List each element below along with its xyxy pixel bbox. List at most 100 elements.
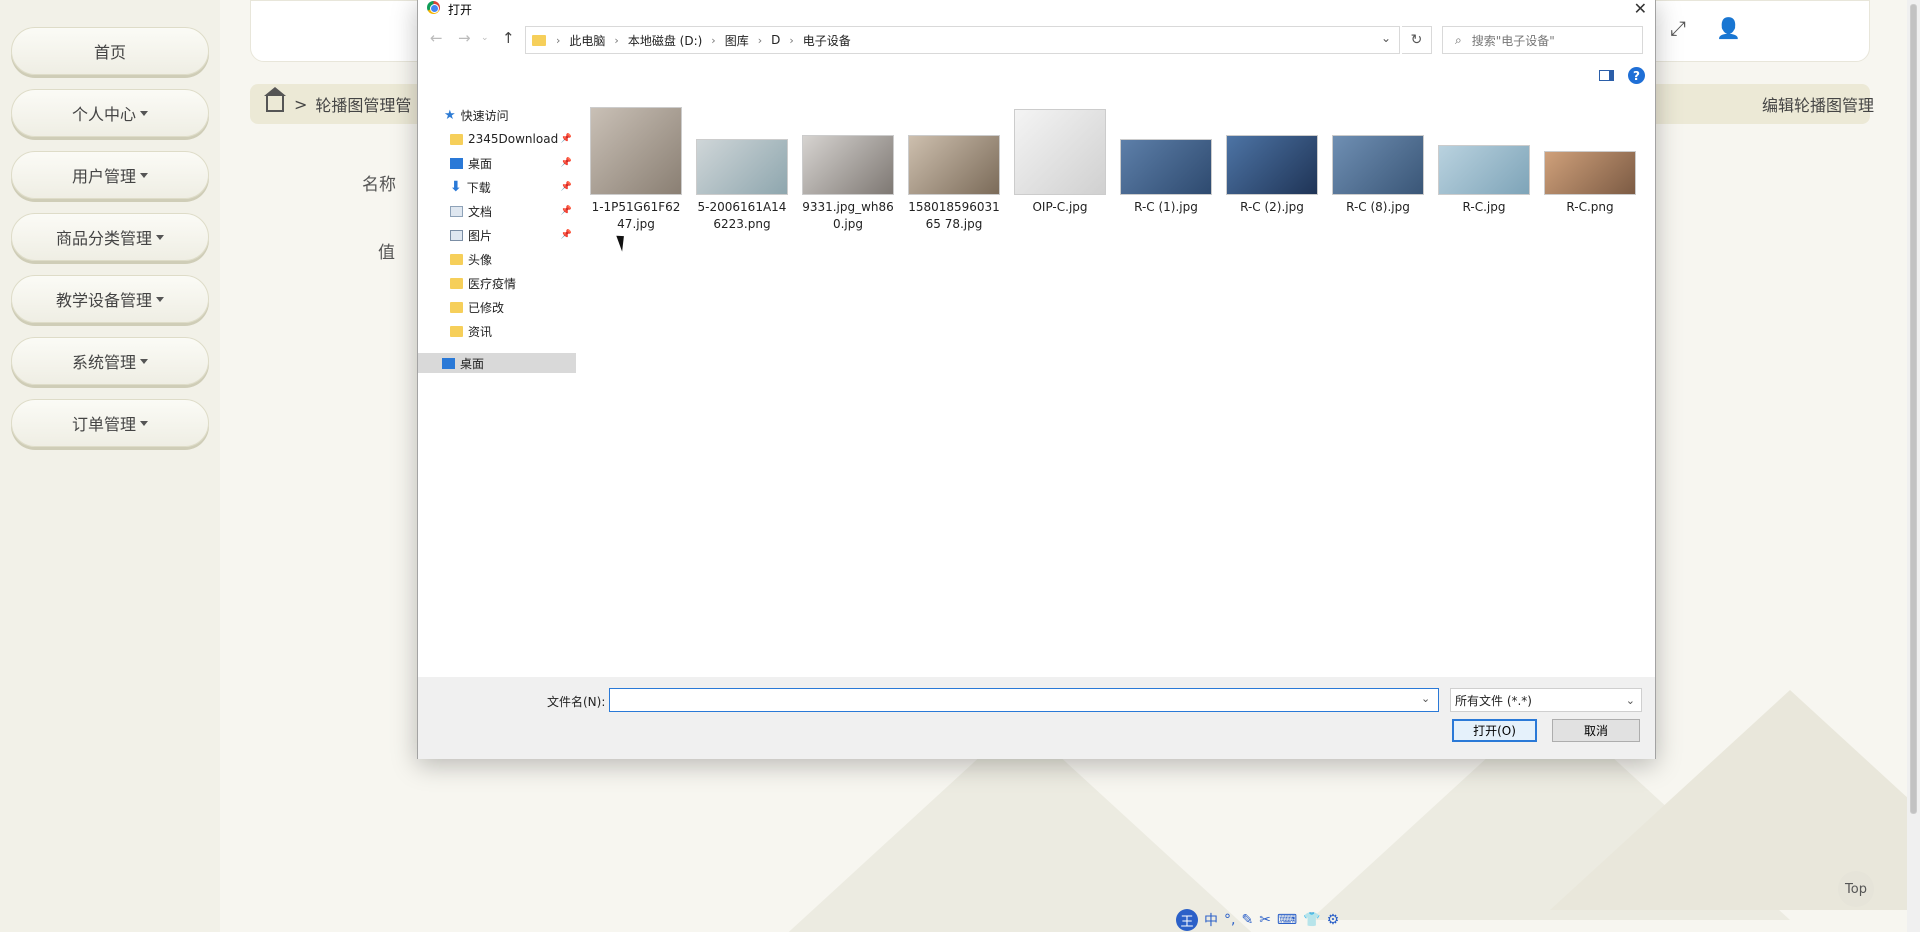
download-icon: ⬇: [450, 179, 462, 195]
sidebar-item-label: 教学设备管理: [55, 291, 152, 310]
nav-pane-item[interactable]: 图片 📌: [418, 225, 576, 245]
caret-down-icon: [140, 420, 148, 426]
chevron-down-icon[interactable]: ⌄: [1381, 31, 1391, 45]
file-tile[interactable]: 9331.jpg_wh860.jpg: [800, 101, 896, 241]
ime-tool-icon[interactable]: 👕: [1303, 912, 1320, 928]
sidebar-item[interactable]: 订单管理: [11, 399, 209, 447]
path-segment[interactable]: 本地磁盘 (D:): [628, 32, 702, 49]
folder-icon: [450, 325, 463, 337]
nav-pane-item[interactable]: 医疗疫情: [418, 273, 576, 293]
dialog-titlebar: 打开 ✕: [418, 0, 1655, 18]
value-label: 值: [378, 243, 395, 263]
user-icon[interactable]: 👤: [1716, 16, 1741, 40]
ime-tool-icon[interactable]: °,: [1224, 912, 1235, 928]
nav-pane-item[interactable]: ★ 快速访问: [418, 105, 576, 125]
thumbnail-frame: [1225, 101, 1319, 195]
folder-icon: [532, 34, 546, 46]
nav-pane-item[interactable]: 资讯: [418, 321, 576, 341]
file-tile[interactable]: OIP-C.jpg: [1012, 101, 1108, 241]
thumbnail-frame: [589, 101, 683, 195]
sidebar-item[interactable]: 首页: [11, 27, 209, 75]
sidebar-item[interactable]: 用户管理: [11, 151, 209, 199]
open-button[interactable]: 打开(O): [1452, 719, 1537, 742]
file-name: R-C.jpg: [1462, 200, 1506, 214]
nav-pane-item-label: 2345Download: [468, 132, 559, 146]
filename-input[interactable]: [609, 688, 1439, 712]
refresh-icon[interactable]: ↻: [1402, 26, 1432, 54]
thumbnail-frame: [1437, 101, 1531, 195]
help-icon[interactable]: ?: [1628, 67, 1645, 84]
up-icon[interactable]: ↑: [502, 29, 515, 47]
ime-tool-icon[interactable]: ✂: [1259, 912, 1271, 928]
file-tile[interactable]: R-C (1).jpg: [1118, 101, 1214, 241]
path-segment[interactable]: 图库: [725, 32, 749, 49]
ime-tool-icon[interactable]: ✎: [1241, 912, 1253, 928]
page-scrollbar[interactable]: [1907, 0, 1920, 932]
pin-icon: 📌: [560, 158, 572, 168]
ime-logo-icon[interactable]: 王: [1176, 909, 1198, 931]
nav-pane-item-label: 资讯: [468, 324, 493, 339]
nav-pane-item[interactable]: 已修改: [418, 297, 576, 317]
file-tile[interactable]: R-C (8).jpg: [1330, 101, 1426, 241]
file-tile[interactable]: 1-1P51G61F6247.jpg: [588, 101, 684, 241]
name-label: 名称: [362, 175, 396, 195]
file-name: 9331.jpg_wh860.jpg: [802, 200, 894, 231]
file-name: 5-2006161A146223.png: [697, 200, 787, 231]
file-name: 15801859603165 78.jpg: [908, 200, 1000, 231]
back-to-top-button[interactable]: Top: [1838, 871, 1874, 907]
folder-icon: [450, 133, 463, 145]
path-segment[interactable]: D: [771, 33, 780, 47]
file-tile[interactable]: R-C.jpg: [1436, 101, 1532, 241]
file-tile[interactable]: 15801859603165 78.jpg: [906, 101, 1002, 241]
sidebar-item[interactable]: 教学设备管理: [11, 275, 209, 323]
caret-down-icon: [140, 110, 148, 116]
breadcrumb-current[interactable]: 轮播图管理管: [315, 92, 411, 116]
file-name: R-C (8).jpg: [1346, 200, 1410, 214]
scrollbar-thumb[interactable]: [1910, 4, 1917, 814]
preview-pane-icon[interactable]: [1599, 70, 1614, 81]
nav-pane-item[interactable]: ⬇ 下载 📌: [418, 177, 576, 197]
thumbnail-frame: [1013, 101, 1107, 195]
ime-tool-icon[interactable]: 中: [1204, 910, 1218, 930]
nav-pane-item[interactable]: 桌面: [418, 353, 576, 373]
recent-locations-icon[interactable]: ⌄: [481, 33, 489, 43]
ime-tool-icon[interactable]: ⚙: [1327, 912, 1340, 928]
navigation-pane: ★ 快速访问 2345Download 📌 桌面 📌 ⬇ 下载 📌 文档 📌 图片 📌 头像 医疗疫情 已修改…: [418, 101, 576, 671]
nav-pane-item[interactable]: 2345Download 📌: [418, 129, 576, 149]
cancel-button[interactable]: 取消: [1552, 719, 1640, 742]
thumbnail-frame: [1543, 101, 1637, 195]
nav-pane-item-label: 图片: [468, 228, 493, 243]
sidebar-item[interactable]: 系统管理: [11, 337, 209, 385]
file-tile[interactable]: R-C (2).jpg: [1224, 101, 1320, 241]
sidebar-item-label: 个人中心: [71, 105, 136, 124]
search-input[interactable]: ⌕ 搜索"电子设备": [1442, 26, 1643, 54]
close-button[interactable]: ✕: [1634, 0, 1647, 18]
chevron-down-icon[interactable]: ⌄: [1421, 692, 1430, 705]
nav-pane-item[interactable]: 文档 📌: [418, 201, 576, 221]
home-icon[interactable]: [264, 87, 286, 112]
path-separator: ›: [556, 33, 561, 47]
file-grid: 1-1P51G61F6247.jpg 5-2006161A146223.png 93…: [588, 101, 1648, 671]
sidebar-item-label: 首页: [93, 43, 126, 62]
folder-icon: [450, 277, 463, 289]
image-thumbnail: [1438, 145, 1530, 195]
path-separator: ›: [614, 33, 619, 47]
back-icon[interactable]: ←: [430, 29, 443, 47]
path-segment[interactable]: 此电脑: [569, 32, 605, 49]
image-thumbnail: [1544, 151, 1636, 195]
nav-pane-item[interactable]: 桌面 📌: [418, 153, 576, 173]
sidebar-item[interactable]: 商品分类管理: [11, 213, 209, 261]
fullscreen-icon[interactable]: ⤢: [1670, 16, 1686, 40]
file-tile[interactable]: R-C.png: [1542, 101, 1638, 241]
nav-pane-item-label: 头像: [468, 252, 493, 267]
filetype-select[interactable]: 所有文件 (*.*) ⌄: [1450, 688, 1642, 712]
forward-icon[interactable]: →: [458, 29, 471, 47]
thumbnail-frame: [1119, 101, 1213, 195]
path-segment[interactable]: 电子设备: [803, 32, 851, 49]
sidebar-item[interactable]: 个人中心: [11, 89, 209, 137]
nav-pane-item-label: 医疗疫情: [468, 276, 517, 291]
ime-tool-icon[interactable]: ⌨: [1277, 912, 1297, 928]
nav-pane-item[interactable]: 头像: [418, 249, 576, 269]
file-tile[interactable]: 5-2006161A146223.png: [694, 101, 790, 241]
address-bar[interactable]: › 此电脑 › 本地磁盘 (D:) › 图库 › D › 电子设备 ⌄: [525, 26, 1400, 54]
